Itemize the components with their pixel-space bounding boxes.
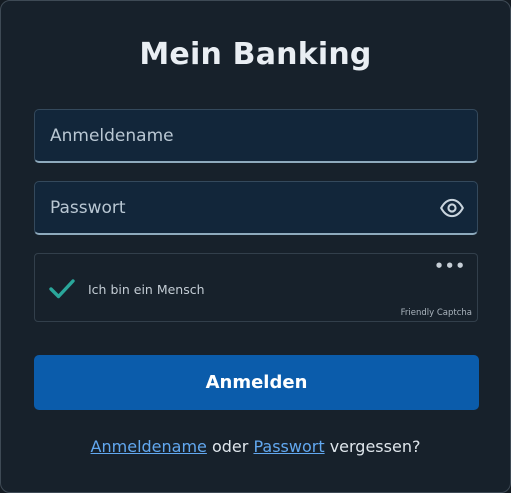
captcha-label: Ich bin ein Mensch [88,282,205,297]
footer-suffix: vergessen? [329,437,421,456]
password-input[interactable] [35,182,477,233]
forgot-credentials-text: Anmeldename oder Passwort vergessen? [1,437,510,456]
eye-icon[interactable] [439,195,465,221]
footer-connector: oder [211,437,249,456]
captcha-brand: Friendly Captcha [400,308,472,318]
password-field[interactable] [34,181,478,235]
username-input[interactable] [35,110,477,161]
more-dots-icon[interactable]: ••• [434,259,466,274]
username-field[interactable] [34,109,478,163]
captcha-widget[interactable]: Ich bin ein Mensch ••• Friendly Captcha [34,253,478,322]
login-card: Mein Banking Ich bin ein Mensch ••• Frie… [0,0,511,493]
forgot-password-link[interactable]: Passwort [253,437,324,456]
forgot-username-link[interactable]: Anmeldename [91,437,207,456]
login-button[interactable]: Anmelden [34,355,479,410]
checkmark-icon [48,277,76,301]
page-title: Mein Banking [139,37,372,72]
